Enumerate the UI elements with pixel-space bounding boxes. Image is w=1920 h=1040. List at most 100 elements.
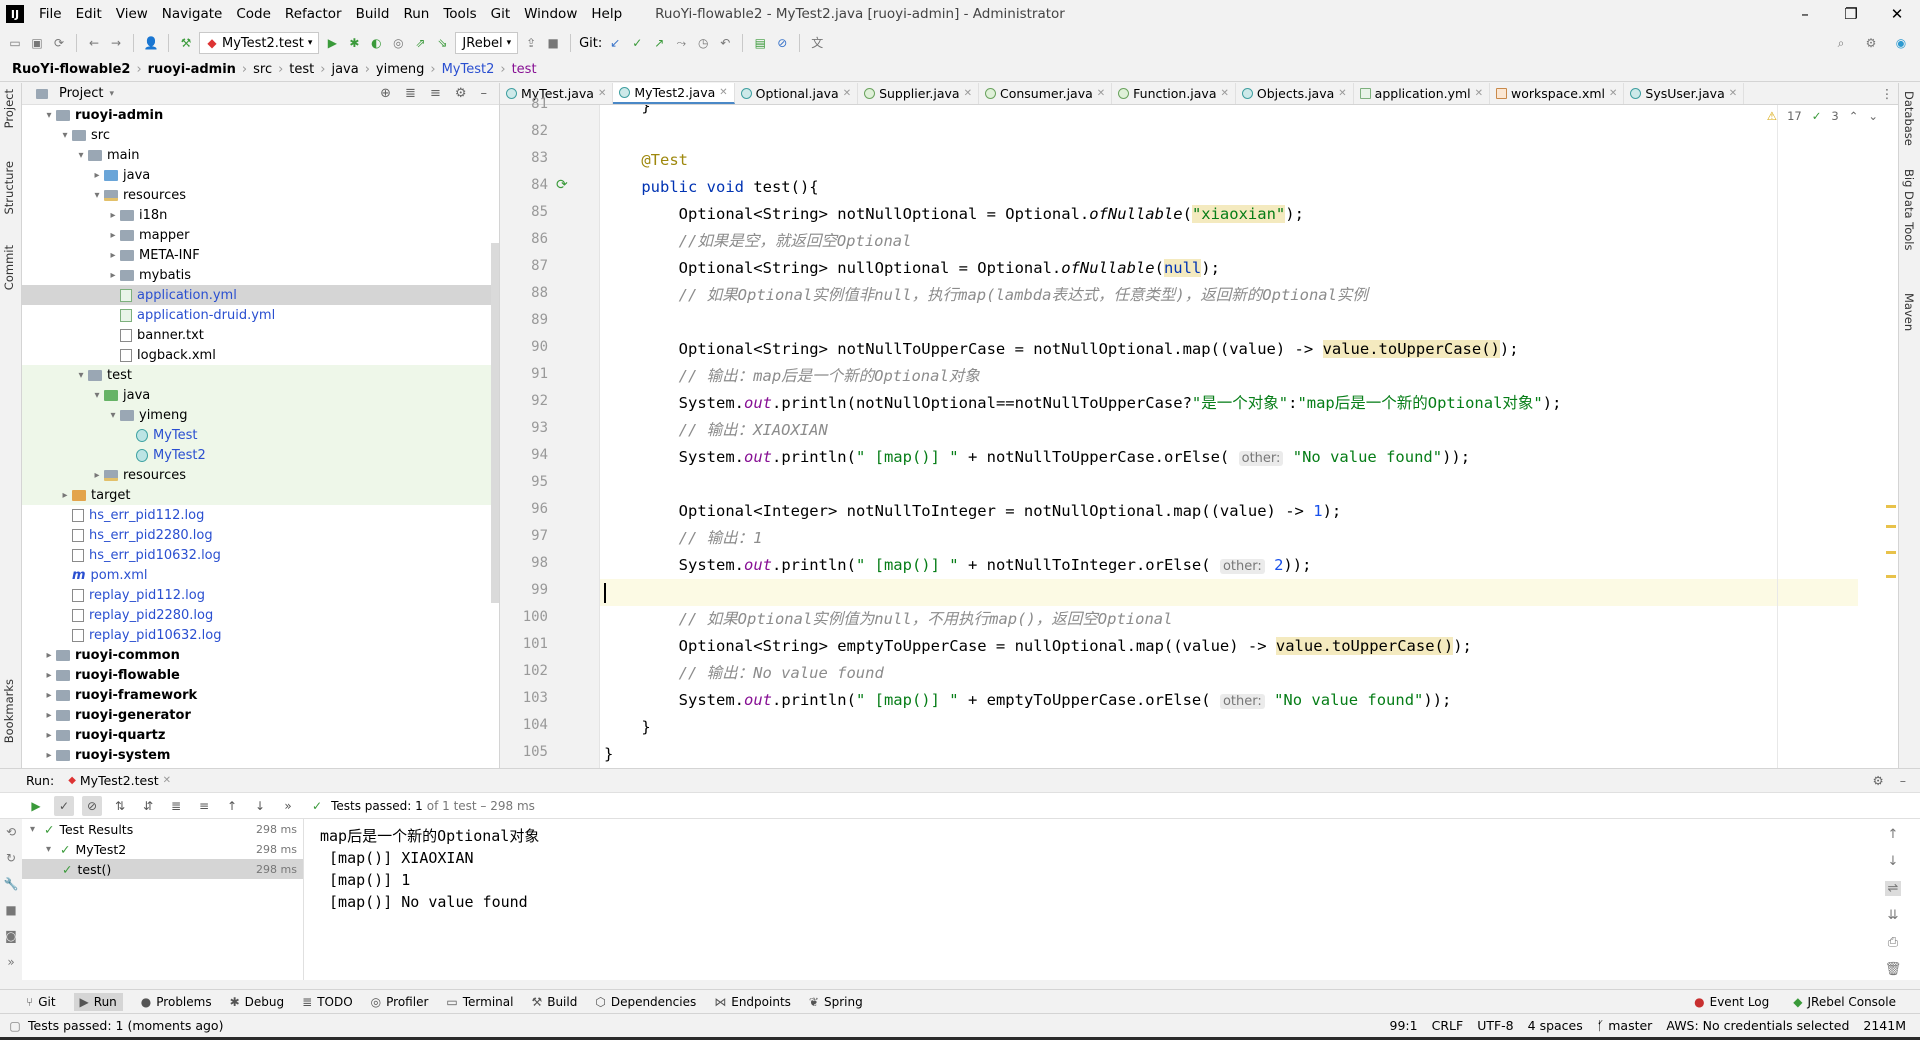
expand-arrow-icon[interactable]: ▾ [46, 844, 60, 855]
warning-marker[interactable] [1886, 505, 1896, 508]
close-icon[interactable]: ✕ [1338, 88, 1346, 99]
tree-item[interactable]: ▾ resources [22, 185, 499, 205]
tool-window-run[interactable]: ▶ Run [73, 992, 123, 1011]
tree-item[interactable]: ▸ java [22, 165, 499, 185]
tree-item[interactable]: ▸ ruoyi-system [22, 745, 499, 765]
expand-arrow-icon[interactable]: ▸ [42, 670, 56, 681]
close-icon[interactable]: ✕ [1609, 88, 1617, 99]
scroll-up-icon[interactable]: ↑ [1888, 827, 1899, 842]
tree-item[interactable]: ▸ ruoyi-flowable [22, 665, 499, 685]
user-icon[interactable]: 👤 [142, 34, 160, 52]
breadcrumb-method[interactable]: test [512, 62, 537, 77]
coverage-icon[interactable]: ◐ [367, 34, 385, 52]
expand-arrow-icon[interactable]: ▸ [42, 730, 56, 741]
warning-marker[interactable] [1886, 551, 1896, 554]
more-icon[interactable]: » [278, 796, 298, 816]
tool-tab-database[interactable]: Database [1902, 91, 1916, 146]
indent-setting[interactable]: 4 spaces [1528, 1018, 1583, 1033]
expand-arrow-icon[interactable]: ▾ [30, 824, 44, 835]
sort-alpha-icon[interactable]: ⇅ [110, 796, 130, 816]
toolbox-icon[interactable]: ◉ [1892, 34, 1910, 52]
tree-item[interactable]: replay_pid2280.log [22, 605, 499, 625]
git-fetch-icon[interactable]: ⤳ [672, 34, 690, 52]
camera-icon[interactable]: ◙ [5, 929, 17, 943]
expand-arrow-icon[interactable]: ▾ [90, 190, 104, 201]
breadcrumb-src[interactable]: src [253, 62, 272, 77]
tool-window-todo[interactable]: ≣ TODO [302, 993, 353, 1011]
breadcrumb-test[interactable]: test [289, 62, 314, 77]
rerun-failed-icon[interactable]: ⟲ [6, 825, 16, 839]
scroll-down-icon[interactable]: ↓ [1888, 854, 1899, 869]
minimize-icon[interactable]: – [1782, 5, 1828, 23]
tree-item[interactable]: ▸ ruoyi-quartz [22, 725, 499, 745]
expand-arrow-icon[interactable]: ▸ [90, 470, 104, 481]
expand-arrow-icon[interactable]: ▾ [74, 150, 88, 161]
tree-item[interactable]: application.yml [22, 285, 499, 305]
expand-arrow-icon[interactable]: ▸ [42, 650, 56, 661]
scroll-to-end-icon[interactable]: ⇊ [1888, 908, 1899, 923]
close-icon[interactable]: ✕ [1475, 88, 1483, 99]
tree-item[interactable]: ▸ ruoyi-common [22, 645, 499, 665]
tool-window-problems[interactable]: ● Problems [141, 993, 212, 1011]
breadcrumb-project[interactable]: RuoYi-flowable2 [12, 62, 130, 77]
tree-item[interactable]: ▾ test [22, 365, 499, 385]
rerun-icon[interactable]: ▶ [26, 796, 46, 816]
expand-arrow-icon[interactable]: ▸ [90, 170, 104, 181]
expand-arrow-icon[interactable]: ▸ [42, 710, 56, 721]
expand-arrow-icon[interactable]: ▸ [106, 270, 120, 281]
tool-tab-structure[interactable]: Structure [2, 161, 16, 215]
sort-duration-icon[interactable]: ⇵ [138, 796, 158, 816]
tree-item[interactable]: hs_err_pid112.log [22, 505, 499, 525]
git-branch[interactable]: ᚶ master [1597, 1018, 1653, 1033]
hide-icon[interactable]: – [481, 86, 488, 101]
gear-icon[interactable]: ⚙ [1873, 773, 1884, 788]
menu-edit[interactable]: Edit [69, 6, 109, 22]
tool-window-spring[interactable]: ❦ Spring [809, 993, 863, 1011]
tool-window-profiler[interactable]: ◎ Profiler [371, 993, 429, 1011]
sync-icon[interactable]: ⟳ [50, 34, 68, 52]
editor-tab[interactable]: Function.java ✕ [1112, 83, 1236, 104]
expand-arrow-icon[interactable]: ▾ [74, 370, 88, 381]
project-scrollbar[interactable] [491, 243, 499, 603]
expand-all-icon[interactable]: ≣ [405, 86, 416, 101]
more-icon[interactable]: » [7, 955, 14, 969]
menu-refactor[interactable]: Refactor [278, 6, 349, 22]
tool-window-build[interactable]: ⚒ Build [531, 993, 577, 1011]
menu-build[interactable]: Build [349, 6, 397, 22]
run-icon[interactable]: ▶ [323, 34, 341, 52]
tree-item[interactable]: MyTest [22, 425, 499, 445]
show-ignored-icon[interactable]: ⊘ [82, 795, 102, 816]
menu-tools[interactable]: Tools [436, 6, 483, 22]
wrench-icon[interactable]: 🔧 [4, 877, 19, 891]
aws-status[interactable]: AWS: No credentials selected [1666, 1018, 1849, 1033]
jrebel-select[interactable]: JRebel ▾ [455, 32, 519, 54]
forward-arrow-icon[interactable]: → [107, 34, 125, 52]
update-icon[interactable]: ⇪ [522, 34, 540, 52]
editor-tab[interactable]: SysUser.java ✕ [1624, 83, 1745, 104]
close-icon[interactable]: ✕ [1221, 88, 1229, 99]
search-icon[interactable]: ⌕ [1832, 34, 1850, 52]
status-toggle-icon[interactable]: ▢ [8, 1017, 22, 1035]
tree-item[interactable]: ▸ target [22, 485, 499, 505]
tool-window-dependencies[interactable]: ⬡ Dependencies [595, 993, 696, 1011]
open-folder-icon[interactable]: ▭ [6, 34, 24, 52]
tree-item[interactable]: logback.xml [22, 345, 499, 365]
file-encoding[interactable]: UTF-8 [1477, 1018, 1513, 1033]
jrebel-debug-icon[interactable]: ⇘ [433, 34, 451, 52]
editor-tab[interactable]: Supplier.java ✕ [858, 83, 979, 104]
rollback-icon[interactable]: ↶ [716, 34, 734, 52]
expand-all-icon[interactable]: ≣ [166, 796, 186, 816]
breadcrumb-java[interactable]: java [331, 62, 358, 77]
tree-item[interactable]: ▾ yimeng [22, 405, 499, 425]
chevron-down-icon[interactable]: ⌄ [1868, 109, 1878, 123]
tree-item[interactable]: hs_err_pid2280.log [22, 525, 499, 545]
menu-run[interactable]: Run [396, 6, 436, 22]
expand-arrow-icon[interactable]: ▸ [42, 690, 56, 701]
stop-icon[interactable]: ■ [5, 903, 16, 917]
tool-window-terminal[interactable]: ▭ Terminal [446, 993, 513, 1011]
close-icon[interactable]: ✕ [843, 88, 851, 99]
tree-item[interactable]: hs_err_pid10632.log [22, 545, 499, 565]
trash-icon[interactable]: 🗑 [1885, 962, 1902, 977]
code-area[interactable]: } @Test public void test(){ Optional<Str… [600, 105, 1858, 768]
status-message[interactable]: Tests passed: 1 (moments ago) [28, 1018, 223, 1033]
